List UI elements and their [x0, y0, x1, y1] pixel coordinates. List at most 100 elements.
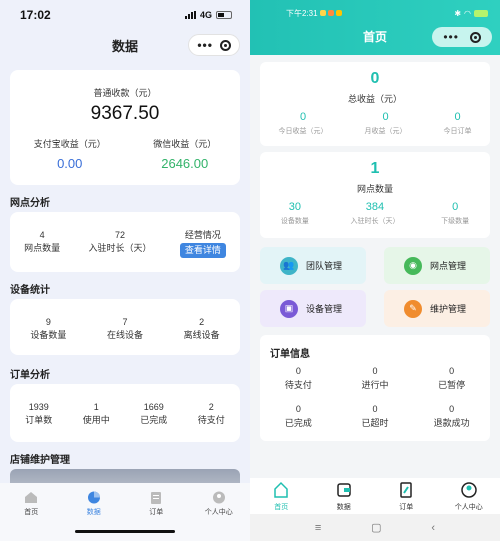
- device-management-button[interactable]: ▣ 设备管理: [260, 290, 366, 327]
- order-info-title: 订单信息: [270, 349, 310, 360]
- team-management-button[interactable]: 👥 团队管理: [260, 247, 366, 284]
- outlet-management-button[interactable]: ◉ 网点管理: [384, 247, 490, 284]
- network-label: 4G: [199, 10, 212, 20]
- home-icon: [274, 481, 288, 498]
- order-stat: 1939 订单数: [25, 402, 53, 425]
- normal-income-value: 9367.50: [90, 103, 160, 124]
- status-time: 下午2:31: [286, 8, 318, 18]
- nav-bar: 数据 •••: [0, 30, 250, 60]
- order-stat: 2 待支付: [197, 402, 225, 425]
- income-card: 0 总收益（元） 0 今日收益（元） 0 月收益（元） 0 今日订单: [260, 62, 490, 146]
- order-status-stat[interactable]: 0 已超时: [345, 402, 405, 430]
- page-title: 数据: [111, 38, 138, 54]
- status-indicators: 4G: [184, 10, 232, 20]
- order-info-card: 订单信息 0 待支付 0 进行中 0 已暂停 0 已完成 0 已超时 0 退款成功: [260, 335, 490, 441]
- device-icon: ▣: [280, 299, 298, 318]
- order-status-stat[interactable]: 0 退款成功: [422, 402, 482, 430]
- tab-profile[interactable]: 个人中心: [449, 481, 489, 514]
- bluetooth-icon: ✱: [454, 8, 462, 18]
- clipboard-icon: [151, 492, 162, 504]
- document-icon: [400, 482, 412, 498]
- device-stat: 2 离线设备: [183, 317, 220, 340]
- menu-icon[interactable]: ≡: [315, 522, 321, 534]
- outlet-count-label: 网点数量: [356, 184, 393, 194]
- order-status-stat[interactable]: 0 待支付: [268, 364, 328, 392]
- more-icon[interactable]: •••: [197, 39, 213, 51]
- tab-bar: 首页 数据 订单 个人中心: [250, 478, 500, 514]
- view-details-button[interactable]: 查看详情: [179, 243, 226, 258]
- store-maintenance-title: 店铺维护管理: [10, 455, 70, 466]
- pie-chart-icon: [87, 491, 100, 504]
- outlet-card: 1 网点数量 30 设备数量 384 入驻时长（天） 0 下级数量: [260, 152, 490, 238]
- order-analysis-card: 1939 订单数 1 使用中 1669 已完成 2 待支付: [10, 384, 240, 442]
- right-phone-screen: 下午2:31 ✱ ◠ 首页 ••• 0 总收益（元） 0 今日收益（元） 0 月…: [250, 0, 500, 541]
- notification-icon: [319, 10, 326, 16]
- battery-icon: [216, 11, 232, 19]
- signal-icon: [184, 11, 196, 19]
- business-status: 经营情况 查看详情: [179, 229, 226, 258]
- tab-data[interactable]: 数据: [324, 481, 364, 514]
- outlet-stat: 0 下级数量: [441, 201, 470, 225]
- order-stat: 1 使用中: [82, 402, 110, 425]
- outlet-stat: 384 入驻时长（天）: [350, 201, 400, 225]
- team-icon: 👥: [280, 256, 298, 275]
- tab-home[interactable]: 首页: [261, 481, 301, 514]
- order-status-stat[interactable]: 0 已暂停: [422, 364, 482, 392]
- more-icon[interactable]: •••: [443, 31, 459, 43]
- close-target-icon[interactable]: [469, 31, 481, 43]
- profile-icon: [461, 482, 477, 498]
- status-time: 17:02: [20, 8, 51, 22]
- status-indicators: ✱ ◠: [454, 9, 488, 18]
- order-stat: 1669 已完成: [140, 402, 168, 425]
- wallet-icon: [337, 483, 351, 497]
- tab-orders[interactable]: 订单: [136, 491, 176, 541]
- outlet-stat: 4 网点数量: [24, 230, 61, 253]
- home-square-icon[interactable]: ▢: [371, 521, 381, 534]
- tab-profile[interactable]: 个人中心: [199, 491, 239, 541]
- device-stats-title: 设备统计: [10, 285, 50, 296]
- tab-home[interactable]: 首页: [11, 491, 51, 541]
- screenshot-root: 17:02 4G 数据 ••• 普通收款（元） 9367.50 支付宝收益（元）…: [0, 0, 500, 541]
- status-bar: 下午2:31 ✱ ◠: [250, 0, 500, 26]
- android-nav-bar: ≡ ▢ ‹: [250, 514, 500, 541]
- income-stat: 0 月收益（元）: [364, 111, 407, 135]
- device-stat: 9 设备数量: [30, 317, 67, 340]
- close-target-icon[interactable]: [219, 39, 231, 51]
- income-summary-card: 普通收款（元） 9367.50 支付宝收益（元） 0.00 微信收益（元） 26…: [10, 70, 240, 185]
- outlet-count-value: 1: [370, 160, 380, 177]
- alipay-income-value: 0.00: [57, 156, 83, 171]
- device-stats-card: 9 设备数量 7 在线设备 2 离线设备: [10, 299, 240, 355]
- total-income-value: 0: [370, 70, 380, 87]
- income-stat: 0 今日收益（元）: [278, 111, 328, 135]
- wrench-icon: ✎: [404, 299, 422, 318]
- miniprogram-capsule: •••: [432, 27, 492, 47]
- notification-icon: [327, 10, 334, 16]
- total-income-label: 总收益（元）: [347, 94, 402, 104]
- tab-data[interactable]: 数据: [74, 491, 114, 541]
- wechat-income-label: 微信收益（元）: [153, 139, 217, 149]
- outlet-analysis-card: 4 网点数量 72 入驻时长（天） 经营情况 查看详情: [10, 212, 240, 272]
- wifi-icon: ◠: [464, 8, 471, 18]
- outlet-stat: 72 入驻时长（天）: [88, 230, 152, 253]
- order-status-stat[interactable]: 0 已完成: [268, 402, 328, 430]
- notification-icon: [335, 10, 342, 16]
- outlet-analysis-title: 网点分析: [10, 198, 50, 209]
- wechat-income-value: 2646.00: [161, 156, 209, 171]
- miniprogram-capsule: •••: [188, 34, 240, 56]
- battery-icon: [474, 9, 488, 17]
- device-stat: 7 在线设备: [106, 317, 143, 340]
- outlet-icon: ◉: [404, 256, 422, 275]
- home-indicator: [75, 530, 175, 533]
- home-icon: [25, 492, 38, 503]
- normal-income-label: 普通收款（元）: [93, 88, 157, 98]
- maintenance-management-button[interactable]: ✎ 维护管理: [384, 290, 490, 327]
- back-icon[interactable]: ‹: [431, 522, 435, 534]
- order-status-stat[interactable]: 0 进行中: [345, 364, 405, 392]
- alipay-income-label: 支付宝收益（元）: [33, 139, 106, 149]
- order-analysis-title: 订单分析: [10, 370, 50, 381]
- income-stat: 0 今日订单: [443, 111, 472, 135]
- tab-orders[interactable]: 订单: [386, 481, 426, 514]
- profile-icon: [212, 491, 225, 504]
- left-phone-screen: 17:02 4G 数据 ••• 普通收款（元） 9367.50 支付宝收益（元）…: [0, 0, 250, 541]
- outlet-stat: 30 设备数量: [280, 201, 309, 225]
